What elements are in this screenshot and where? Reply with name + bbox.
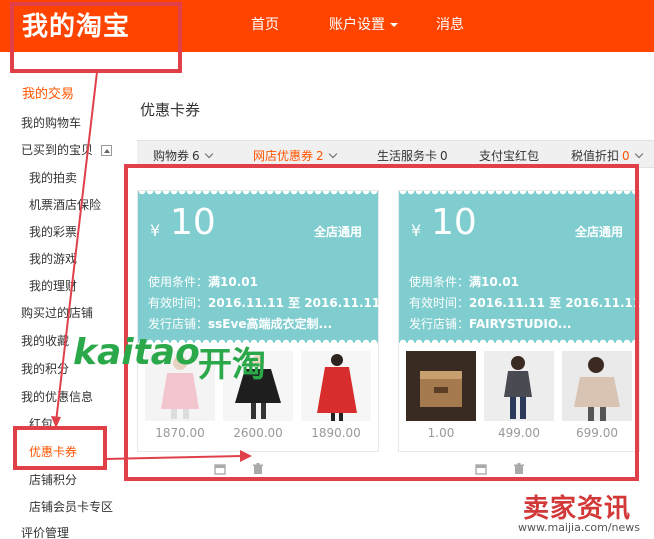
tab-life-service-card[interactable]: 生活服务卡 0 — [377, 147, 448, 164]
sidebar-item-auction[interactable]: 我的拍卖 — [21, 169, 77, 186]
sidebar-item-cart[interactable]: 我的购物车 — [21, 114, 81, 131]
chevron-down-icon — [634, 149, 643, 159]
sidebar-item-games[interactable]: 我的游戏 — [21, 250, 77, 267]
maijia-watermark-url: www.maijia.com/news — [518, 521, 641, 534]
sidebar-item-finance[interactable]: 我的理财 — [21, 277, 77, 294]
condition-value: 满10.01 — [208, 275, 258, 289]
tab-count: 6 — [192, 149, 200, 163]
sidebar-item-purchased-label: 已买到的宝贝 — [21, 143, 94, 157]
condition-label: 使用条件： — [148, 275, 209, 289]
sidebar-item-purchased[interactable]: 已买到的宝贝 — [21, 141, 113, 158]
tab-shop-coupons[interactable]: 网店优惠券 2 — [253, 147, 337, 164]
shop-name[interactable]: FAIRYSTUDIO... — [469, 317, 571, 331]
sidebar-item-coupons[interactable]: 优惠卡券 — [21, 443, 77, 460]
coupon-amount: 10 — [170, 202, 216, 243]
shop-name[interactable]: ssEve高端成衣定制... — [208, 317, 332, 331]
product-price: 1890.00 — [311, 426, 361, 440]
nav-account-settings[interactable]: 账户设置 — [329, 14, 398, 34]
tab-tax-discount[interactable]: 税值折扣 0 — [571, 147, 643, 164]
product-price: 699.00 — [576, 426, 618, 440]
tab-shopping-voucher[interactable]: 购物券 6 — [153, 147, 213, 164]
maijia-watermark: 卖家资讯 — [523, 494, 632, 524]
coupon-scope: 全店通用 — [313, 225, 362, 239]
validity-value: 2016.11.11 至 2016.11.11 — [469, 296, 642, 310]
top-navigation-bar: 我的淘宝 首页 账户设置 消息 — [0, 0, 654, 52]
coupon-card[interactable]: ¥ 10 全店通用 使用条件：满10.01 有效时间：2016.11.11 至 … — [398, 190, 641, 452]
coupon-amount: 10 — [431, 202, 477, 243]
sidebar-item-points[interactable]: 我的积分 — [21, 360, 69, 377]
coupon-header: ¥ 10 全店通用 使用条件：满10.01 有效时间：2016.11.11 至 … — [399, 191, 641, 343]
chevron-down-icon — [390, 23, 398, 27]
trash-icon[interactable] — [513, 463, 525, 475]
tab-count: 0 — [440, 149, 448, 163]
collapse-toggle-icon[interactable] — [101, 145, 113, 156]
nav-messages-link[interactable]: 消息 — [436, 14, 464, 34]
shop-label: 发行店铺： — [148, 317, 209, 331]
tab-count: 0 — [622, 149, 630, 163]
nav-account-settings-label: 账户设置 — [329, 17, 385, 33]
coupon-card[interactable]: ¥ 10 全店通用 使用条件：满10.01 有效时间：2016.11.11 至 … — [137, 190, 380, 452]
product-price: 499.00 — [498, 426, 540, 440]
chevron-down-icon — [328, 149, 337, 159]
product-image[interactable] — [484, 351, 554, 421]
product-image[interactable] — [301, 351, 371, 421]
share-icon[interactable] — [475, 463, 487, 475]
tab-label: 支付宝红包 — [479, 149, 540, 163]
validity-value: 2016.11.11 至 2016.11.11 — [208, 296, 381, 310]
tab-alipay-red-envelope[interactable]: 支付宝红包 — [479, 147, 539, 164]
nav-home-link[interactable]: 首页 — [251, 14, 279, 34]
coupon-validity: 有效时间：2016.11.11 至 2016.11.11 — [148, 294, 380, 311]
sidebar-item-discount-info[interactable]: 我的优惠信息 — [21, 388, 93, 405]
coupon-scope: 全店通用 — [574, 225, 623, 239]
validity-label: 有效时间： — [409, 296, 470, 310]
sidebar-item-lottery[interactable]: 我的彩票 — [21, 223, 77, 240]
tab-label: 税值折扣 — [571, 149, 620, 163]
validity-label: 有效时间： — [148, 296, 209, 310]
share-icon[interactable] — [214, 463, 226, 475]
shop-label: 发行店铺： — [409, 317, 470, 331]
kaitao-watermark: kaitao — [73, 332, 200, 373]
coupon-condition: 使用条件：满10.01 — [409, 273, 519, 290]
sidebar-item-purchased-shops[interactable]: 购买过的店铺 — [21, 304, 93, 321]
my-taobao-logo[interactable]: 我的淘宝 — [22, 6, 130, 43]
sidebar-item-favorites[interactable]: 我的收藏 — [21, 332, 69, 349]
sidebar-item-reviews[interactable]: 评价管理 — [21, 524, 69, 539]
product-price: 1870.00 — [155, 426, 205, 440]
coupon-tab-bar: 购物券 6 网店优惠券 2 生活服务卡 0 支付宝红包 税值折扣 0 — [137, 140, 654, 168]
coupon-shop: 发行店铺：ssEve高端成衣定制... — [148, 315, 332, 332]
tab-label: 生活服务卡 — [377, 149, 438, 163]
tab-label: 购物券 — [153, 149, 190, 163]
sidebar-item-member-cards[interactable]: 店铺会员卡专区 — [21, 498, 113, 515]
condition-label: 使用条件： — [409, 275, 470, 289]
coupon-header: ¥ 10 全店通用 使用条件：满10.01 有效时间：2016.11.11 至 … — [138, 191, 380, 343]
currency-symbol: ¥ — [411, 221, 422, 240]
page-title: 优惠卡券 — [140, 101, 201, 119]
sidebar-item-shop-points[interactable]: 店铺积分 — [21, 471, 77, 488]
trash-icon[interactable] — [252, 463, 264, 475]
sidebar-heading-my-trades[interactable]: 我的交易 — [22, 83, 74, 102]
product-image[interactable] — [562, 351, 632, 421]
coupon-condition: 使用条件：满10.01 — [148, 273, 258, 290]
product-thumbnails — [403, 351, 635, 429]
chevron-down-icon — [204, 149, 213, 159]
kaitao-watermark-cn: 开淘 — [198, 345, 266, 385]
coupon-validity: 有效时间：2016.11.11 至 2016.11.11 — [409, 294, 641, 311]
product-price: 1.00 — [427, 426, 455, 440]
tab-count: 2 — [316, 149, 324, 163]
condition-value: 满10.01 — [469, 275, 519, 289]
product-price: 2600.00 — [233, 426, 283, 440]
sidebar-item-red-envelope[interactable]: 红包 — [21, 415, 53, 432]
tab-label: 网店优惠券 — [253, 149, 314, 163]
currency-symbol: ¥ — [150, 221, 161, 240]
coupon-shop: 发行店铺：FAIRYSTUDIO... — [409, 315, 571, 332]
sidebar-item-travel-insurance[interactable]: 机票酒店保险 — [21, 196, 101, 213]
product-image[interactable] — [406, 351, 476, 421]
